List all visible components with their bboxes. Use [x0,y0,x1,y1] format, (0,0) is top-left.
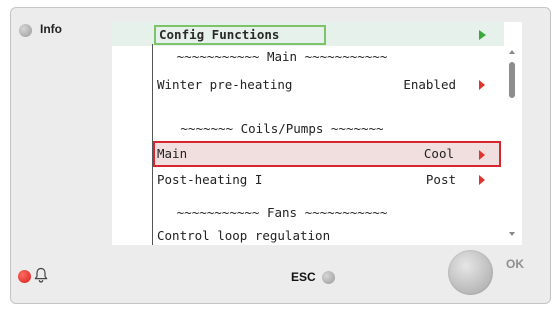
menu-item-value: Cool [423,146,454,161]
menu-item-label: Main [157,146,188,161]
arrow-right-icon [479,150,485,160]
bell-icon [34,267,48,283]
menu-item-post-heating[interactable]: Post-heating I Post [154,169,500,191]
info-led-button[interactable] [19,24,32,37]
menu-item-control-loop-regulation[interactable]: Control loop regulation [154,225,500,245]
ok-button[interactable] [448,250,493,295]
menu-item-main-selected[interactable]: Main Cool [153,141,501,167]
menu-item-value: Enabled [403,77,456,92]
arrow-right-icon [479,175,485,185]
menu-item-winter-pre-heating[interactable]: Winter pre-heating Enabled [154,74,500,96]
info-label: Info [40,22,62,36]
section-header-coils-pumps: ~~~~~~~ Coils/Pumps ~~~~~~~ [154,118,500,140]
screen-title: Config Functions [154,25,326,45]
section-label: ~~~~~~~~~~~ Main ~~~~~~~~~~~ [176,49,388,64]
scroll-down-icon[interactable] [509,232,515,236]
section-label: ~~~~~~~~~~~ Fans ~~~~~~~~~~~ [176,205,388,220]
section-header-main: ~~~~~~~~~~~ Main ~~~~~~~~~~~ [154,46,500,68]
arrow-right-icon [479,80,485,90]
menu-item-value: Post [425,172,456,187]
scrollbar[interactable] [505,46,519,242]
section-label: ~~~~~~~ Coils/Pumps ~~~~~~~ [180,121,384,136]
alarm-led-button[interactable] [18,270,31,283]
esc-label: ESC [291,270,316,284]
scroll-up-icon[interactable] [509,50,515,54]
menu-item-label: Winter pre-heating [157,77,293,92]
scroll-thumb[interactable] [509,62,515,98]
esc-button[interactable] [322,271,335,284]
menu-item-label: Post-heating I [157,172,263,187]
menu-item-label: Control loop regulation [157,228,331,243]
title-next-arrow-icon[interactable] [479,30,486,40]
lcd-screen: Config Functions ~~~~~~~~~~~ Main ~~~~~~… [112,22,522,245]
ok-label: OK [506,257,524,271]
section-header-fans: ~~~~~~~~~~~ Fans ~~~~~~~~~~~ [154,202,500,224]
